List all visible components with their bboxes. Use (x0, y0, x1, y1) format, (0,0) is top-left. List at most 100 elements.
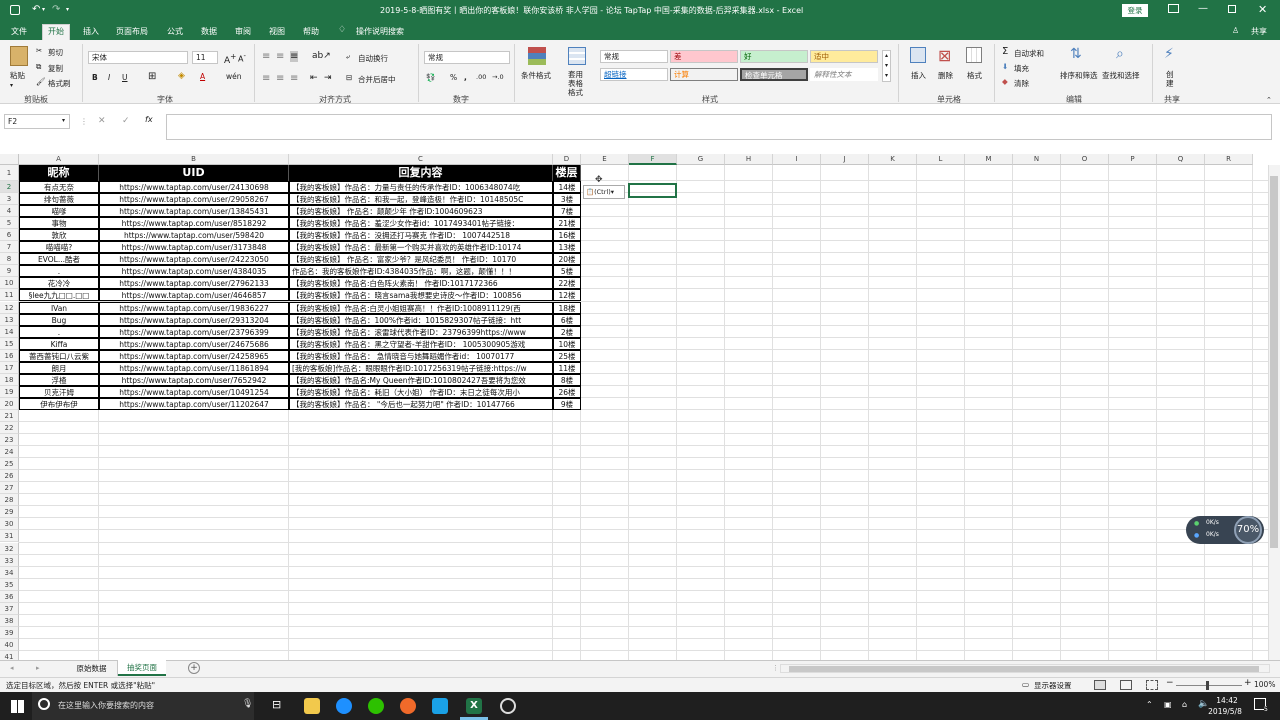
header-cell[interactable]: UID (99, 165, 289, 181)
network-speed-widget[interactable]: ● 0K/s ● 0K/s 70% (1186, 516, 1264, 544)
row-header-23[interactable]: 23 (0, 434, 19, 447)
table-cell[interactable]: 喵喵喵? (19, 241, 99, 254)
row-header-29[interactable]: 29 (0, 506, 19, 519)
table-cell[interactable]: Bug (19, 313, 99, 326)
fill-color-icon[interactable]: ◈ (178, 71, 185, 81)
style-hyperlink[interactable]: 超链接 (600, 68, 668, 81)
find-select-button[interactable]: 查找和选择 (1102, 70, 1140, 81)
row-header-11[interactable]: 11 (0, 289, 19, 302)
network-icon[interactable]: ⌂ (1182, 700, 1187, 709)
tab-help[interactable]: 帮助 (298, 25, 324, 40)
insert-cells-button[interactable]: 插入 (911, 70, 926, 81)
horizontal-scroll-thumb[interactable] (789, 666, 1259, 672)
column-header-m[interactable]: M (965, 154, 1013, 165)
tab-formulas[interactable]: 公式 (162, 25, 188, 40)
tab-review[interactable]: 审阅 (230, 25, 256, 40)
table-cell[interactable]: 贝克汗姆 (19, 385, 99, 398)
format-cells-button[interactable]: 格式 (967, 70, 982, 81)
row-header-25[interactable]: 25 (0, 458, 19, 471)
table-cell[interactable]: https://www.taptap.com/user/8518292 (99, 217, 289, 230)
table-cell[interactable]: 【我的客板娘】作品名:My Queen作者ID:1010802427吾要将为您效 (289, 373, 553, 386)
column-header-c[interactable]: C (289, 154, 553, 165)
row-header-4[interactable]: 4 (0, 205, 19, 218)
table-cell[interactable]: 8楼 (553, 373, 581, 386)
collapse-ribbon-icon[interactable]: ⌃ (1266, 96, 1272, 104)
tray-chevron-icon[interactable]: ⌃ (1146, 700, 1153, 709)
table-cell[interactable]: Kiffa (19, 337, 99, 350)
create-icon[interactable]: ⚡ (1164, 46, 1174, 62)
tab-home[interactable]: 开始 (42, 24, 70, 40)
table-cell[interactable]: https://www.taptap.com/user/23796399 (99, 325, 289, 338)
row-header-7[interactable]: 7 (0, 241, 19, 254)
row-header-19[interactable]: 19 (0, 385, 19, 398)
column-header-g[interactable]: G (677, 154, 725, 165)
formula-bar-grip-icon[interactable]: ⋮ (80, 117, 88, 126)
row-header-18[interactable]: 18 (0, 373, 19, 386)
row-header-15[interactable]: 15 (0, 337, 19, 350)
sort-filter-icon[interactable]: ⇅ (1070, 46, 1082, 62)
conditional-format-button[interactable]: 条件格式 (521, 70, 551, 81)
decrease-font-icon[interactable]: A- (238, 52, 246, 64)
column-header-d[interactable]: D (553, 154, 581, 165)
row-header-32[interactable]: 32 (0, 542, 19, 555)
next-sheet-icon[interactable]: ▸ (36, 664, 40, 672)
percent-icon[interactable]: % (450, 73, 457, 82)
formula-input[interactable] (166, 114, 1272, 140)
app-icon-blue[interactable] (432, 698, 448, 714)
underline-icon[interactable]: U (122, 73, 128, 82)
redo-icon[interactable]: ↷ (52, 4, 60, 15)
row-header-12[interactable]: 12 (0, 301, 19, 314)
table-cell[interactable]: 花冷冷 (19, 277, 99, 290)
row-header-24[interactable]: 24 (0, 446, 19, 459)
format-painter-button[interactable]: 格式刷 (48, 78, 71, 89)
increase-decimal-icon[interactable]: .00 (476, 73, 486, 81)
font-color-icon[interactable]: A (200, 72, 205, 81)
minimize-icon[interactable]: — (1198, 3, 1208, 14)
column-header-h[interactable]: H (725, 154, 773, 165)
table-cell[interactable]: 7楼 (553, 205, 581, 218)
row-header-39[interactable]: 39 (0, 626, 19, 639)
table-cell[interactable]: 绯句蔷薇 (19, 193, 99, 206)
header-cell[interactable]: 昵称 (19, 165, 99, 181)
table-cell[interactable]: 【我的客板娘】作品名：力量与责任的传承作者ID：1006348074吃 (289, 181, 553, 194)
row-header-13[interactable]: 13 (0, 313, 19, 326)
column-header-r[interactable]: R (1205, 154, 1253, 165)
tell-me-search[interactable]: 操作说明搜索 (352, 25, 408, 40)
increase-font-icon[interactable]: A+ (224, 52, 236, 66)
table-cell[interactable]: 13楼 (553, 241, 581, 254)
ribbon-display-icon[interactable] (1168, 4, 1179, 13)
table-cell[interactable]: https://www.taptap.com/user/10491254 (99, 385, 289, 398)
vertical-scroll-thumb[interactable] (1270, 176, 1278, 548)
zoom-level[interactable]: 100% (1254, 680, 1275, 689)
border-icon[interactable]: ⊞ (148, 71, 156, 82)
row-header-9[interactable]: 9 (0, 265, 19, 278)
row-header-14[interactable]: 14 (0, 325, 19, 338)
row-header-3[interactable]: 3 (0, 193, 19, 206)
conditional-format-icon[interactable] (528, 47, 546, 65)
font-name-select[interactable]: 宋体 (88, 51, 188, 64)
table-cell[interactable]: 【我的客板娘】作品名：晓言sama我想要史诗皮～作者ID：100856 (289, 289, 553, 302)
style-normal[interactable]: 常规 (600, 50, 668, 63)
table-cell[interactable]: 伊布伊布伊 (19, 397, 99, 410)
table-cell[interactable]: 【我的客板娘】作品名:白色阵火素南！ 作者ID:1017172366 (289, 277, 553, 290)
login-button[interactable]: 登录 (1122, 4, 1148, 17)
table-cell[interactable]: 蔷西蔷钝口八云紫 (19, 349, 99, 362)
app-icon-orange[interactable] (400, 698, 416, 714)
row-header-31[interactable]: 31 (0, 530, 19, 543)
row-header-38[interactable]: 38 (0, 614, 19, 627)
delete-cells-button[interactable]: 删除 (938, 70, 953, 81)
wechat-icon[interactable] (368, 698, 384, 714)
table-cell[interactable]: [我的客板娘]作品名：眼眼眼作者ID:1017256319帖子链接:https:… (289, 361, 553, 374)
style-good[interactable]: 好 (740, 50, 808, 63)
align-center-icon[interactable]: ≡ (276, 73, 284, 84)
clock-date[interactable]: 2019/5/8 (1200, 707, 1250, 716)
align-middle-icon[interactable]: ≡ (276, 51, 284, 62)
table-cell[interactable]: 【我的客板娘】作品名：滚雷球代表作者ID：23796399https://www (289, 325, 553, 338)
row-header-37[interactable]: 37 (0, 602, 19, 615)
active-cell-f2[interactable] (628, 183, 677, 198)
table-cell[interactable]: 10楼 (553, 337, 581, 350)
table-cell[interactable]: https://www.taptap.com/user/4646857 (99, 289, 289, 302)
column-header-e[interactable]: E (581, 154, 629, 165)
name-box-dropdown-icon[interactable]: ▾ (62, 117, 65, 124)
row-header-28[interactable]: 28 (0, 494, 19, 507)
